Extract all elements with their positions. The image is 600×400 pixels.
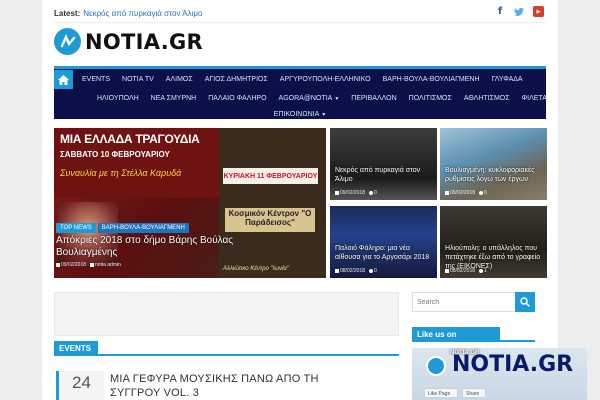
calendar-icon: [335, 190, 339, 195]
main-navigation: EVENTS NOTIA TV ΑΛΙΜΟΣ ΑΓΙΟΣ ΔΗΜΗΤΡΙΟΣ Α…: [54, 66, 547, 119]
chevron-down-icon: ▼: [321, 112, 327, 118]
fb-share-button[interactable]: Share: [462, 388, 486, 398]
latest-label: Latest:: [54, 8, 81, 18]
fb-like-button[interactable]: Like Page: [424, 388, 458, 398]
post-meta: 09/02/2018 0: [335, 190, 377, 196]
post-title[interactable]: Παλαιό Φάληρο: μια νέα αίθουσα για το Αρ…: [335, 244, 433, 262]
nav-row: EVENTS NOTIA TV ΑΛΙΜΟΣ ΑΓΙΟΣ ΔΗΜΗΤΡΙΟΣ Α…: [54, 70, 529, 89]
post-comments[interactable]: 0: [369, 190, 377, 196]
nav-item-label: ΕΠΙΚΟΙΝΩΝΙΑ: [273, 111, 320, 118]
ad-placeholder: [54, 292, 399, 336]
category-tag[interactable]: TOP NEWS: [56, 223, 96, 233]
facebook-page-widget[interactable]: NOTIA.GR NOTIA.GR Like Page Share: [412, 348, 587, 400]
post-date: 09/02/2018: [56, 262, 86, 268]
calendar-icon: [445, 268, 449, 273]
logo-mark-icon: [54, 28, 81, 55]
nav-item-fileta[interactable]: ΦΙΛΕΤΑ: [516, 95, 553, 102]
comment-icon: [479, 190, 484, 195]
poster-date: ΚΥΡΙΑΚΗ 11 ΦΕΒΡΟΥΑΡΙΟΥ: [223, 168, 318, 184]
post-meta: 08/02/2018 0: [335, 268, 377, 274]
fb-cover-logo: NOTIA.GR: [452, 352, 574, 377]
user-icon: [90, 262, 95, 267]
poster-footer: Αλλιώτικο Κέντρο "Ιωνία": [223, 266, 289, 272]
search-button[interactable]: [515, 292, 535, 312]
site-logo[interactable]: NOTIA.GR: [54, 28, 203, 55]
nav-item-palaio-faliro[interactable]: ΠΑΛΑΙΟ ΦΑΛΗΡΟ: [202, 95, 272, 102]
divider: [54, 22, 546, 23]
divider: [54, 354, 399, 356]
post-date: 09/02/2018: [445, 190, 475, 196]
post-comments[interactable]: 0: [369, 268, 377, 274]
nav-item-athlitismos[interactable]: ΑΘΛΗΤΙΣΜΟΣ: [458, 95, 516, 102]
calendar-icon: [56, 262, 60, 267]
logo-text: NOTIA.GR: [85, 29, 203, 54]
nav-item-perivallon[interactable]: ΠΕΡΙΒΑΛΛΟΝ: [345, 95, 402, 102]
banner-subtitle: Συναυλία με τη Στέλλα Καρυδά: [60, 168, 182, 178]
post-comments[interactable]: 0: [479, 190, 487, 196]
post-date: 09/02/2018: [335, 190, 365, 196]
post-meta: 08/02/2018 1: [445, 268, 487, 274]
event-date-badge: 24: [56, 371, 104, 400]
facebook-icon[interactable]: f: [495, 6, 505, 17]
calendar-icon: [445, 190, 449, 195]
post-meta: 09/02/2018 0: [445, 190, 487, 196]
latest-news-link[interactable]: Νεκρός από πυρκαγιά στον Άλιμο: [83, 9, 202, 18]
calendar-icon: [335, 268, 339, 273]
top-bar: Latest: Νεκρός από πυρκαγιά στον Άλιμο f…: [54, 4, 546, 22]
youtube-icon[interactable]: ▶: [533, 6, 544, 17]
nav-item-alimos[interactable]: ΑΛΙΜΟΣ: [160, 76, 199, 83]
post-title[interactable]: Ηλιούπολη: ο υπάλληλος που πετάχτηκε έξω…: [445, 244, 543, 271]
category-tags: TOP NEWS ΒΑΡΗ-ΒΟΥΛΑ-ΒΟΥΛΙΑΓΜΕΝΗ: [56, 223, 189, 233]
nav-item-ilioupoli[interactable]: ΗΛΙΟΥΠΟΛΗ: [91, 95, 145, 102]
featured-post-title[interactable]: Απόκριες 2018 στο δήμο Βάρης Βούλας Βουλ…: [56, 235, 276, 259]
nav-item-agora[interactable]: AGORA@NOTIA ▼: [273, 95, 346, 102]
home-icon[interactable]: [54, 70, 73, 89]
poster-title: Κοσμικόν Κέντρον "Ο Παράδεισος": [225, 208, 315, 232]
page-avatar: [426, 356, 446, 376]
nav-item-glyfada[interactable]: ΓΛΥΦΑΔΑ: [486, 76, 529, 83]
post-date: 08/02/2018: [335, 268, 365, 274]
comment-icon: [479, 268, 484, 273]
featured-post-meta: 09/02/2018 notia admin: [56, 262, 121, 268]
post-title[interactable]: Νεκρός από πυρκαγιά στον Άλιμο: [335, 166, 433, 184]
post-author[interactable]: notia admin: [90, 262, 121, 268]
nav-item-label: AGORA@NOTIA: [278, 95, 333, 102]
event-title[interactable]: ΜΙΑ ΓΕΦΥΡΑ ΜΟΥΣΙΚΗΣ ΠΑΝΩ ΑΠΟ ΤΗ ΣΥΓΓΡΟΥ …: [110, 372, 370, 400]
nav-item-politismos[interactable]: ΠΟΛΙΤΙΣΜΟΣ: [403, 95, 458, 102]
nav-row: ΕΠΙΚΟΙΝΩΝΙΑ ▼: [54, 105, 546, 124]
post-tile[interactable]: Βουλιαγμένη: κυκλοφοριακές ρυθμίσεις λόγ…: [440, 128, 547, 200]
twitter-icon[interactable]: [514, 6, 524, 17]
facebook-widget-heading: Like us on Facebook: [412, 327, 500, 348]
nav-item-events[interactable]: EVENTS: [76, 76, 116, 83]
category-tag[interactable]: ΒΑΡΗ-ΒΟΥΛΑ-ΒΟΥΛΙΑΓΜΕΝΗ: [97, 223, 189, 233]
events-heading[interactable]: EVENTS: [54, 341, 98, 355]
post-tile[interactable]: Ηλιούπολη: ο υπάλληλος που πετάχτηκε έξω…: [440, 206, 547, 278]
banner-heading: ΜΙΑ ΕΛΛΑΔΑ ΤΡΑΓΟΥΔΙΑ: [60, 132, 200, 146]
chevron-down-icon: ▼: [334, 96, 340, 102]
nav-item-notia-tv[interactable]: NOTIA TV: [116, 76, 160, 83]
post-comments[interactable]: 1: [479, 268, 487, 274]
post-date: 08/02/2018: [445, 268, 475, 274]
nav-item-agios-dimitrios[interactable]: ΑΓΙΟΣ ΔΗΜΗΤΡΙΟΣ: [199, 76, 274, 83]
nav-item-argyroupoli-elliniko[interactable]: ΑΡΓΥΡΟΥΠΟΛΗ-ΕΛΛΗΝΙΚΟ: [274, 76, 377, 83]
page-container: Latest: Νεκρός από πυρκαγιά στον Άλιμο f…: [42, 0, 587, 400]
search-icon: [520, 297, 530, 307]
divider: [412, 340, 535, 342]
concert-banner-image: ΜΙΑ ΕΛΛΑΔΑ ΤΡΑΓΟΥΔΙΑ ΣΑΒΒΑΤΟ 10 ΦΕΒΡΟΥΑΡ…: [54, 128, 219, 198]
banner-date: ΣΑΒΒΑΤΟ 10 ΦΕΒΡΟΥΑΡΙΟΥ: [60, 150, 170, 159]
post-tile[interactable]: Νεκρός από πυρκαγιά στον Άλιμο 09/02/201…: [330, 128, 437, 200]
comment-icon: [369, 268, 374, 273]
post-title[interactable]: Βουλιαγμένη: κυκλοφοριακές ρυθμίσεις λόγ…: [445, 166, 543, 184]
nav-item-vari-voula-vouliagmeni[interactable]: ΒΑΡΗ-ΒΟΥΛΑ-ΒΟΥΛΙΑΓΜΕΝΗ: [377, 76, 486, 83]
comment-icon: [369, 190, 374, 195]
nav-item-nea-smyrni[interactable]: ΝΕΑ ΣΜΥΡΝΗ: [145, 95, 203, 102]
post-tile[interactable]: Παλαιό Φάληρο: μια νέα αίθουσα για το Αρ…: [330, 206, 437, 278]
nav-item-epikoinonia[interactable]: ΕΠΙΚΟΙΝΩΝΙΑ ▼: [268, 111, 332, 118]
social-links: f ▶: [495, 6, 544, 17]
